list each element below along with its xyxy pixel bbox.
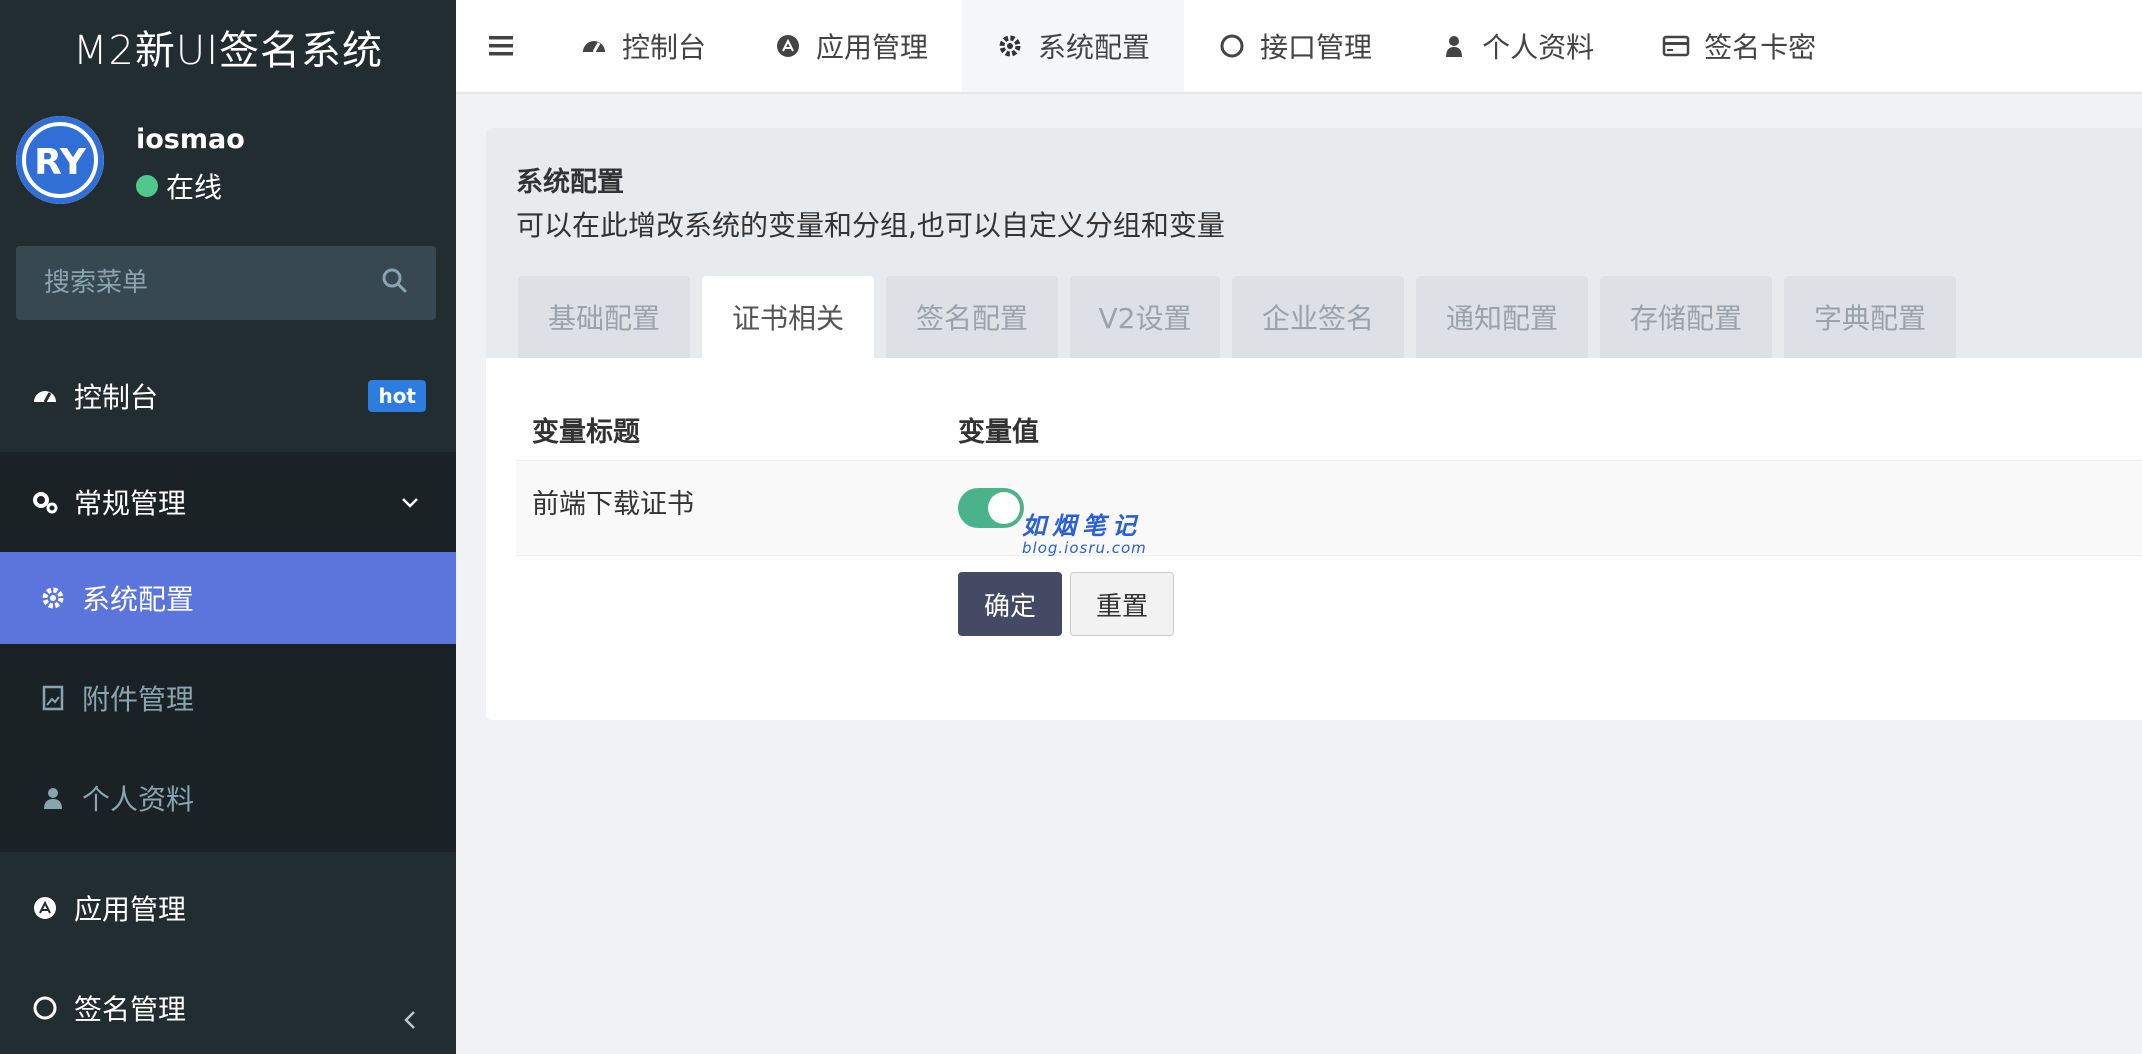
confirm-button[interactable]: 确定	[958, 572, 1062, 636]
watermark-sub: blog.iosru.com	[1022, 539, 1147, 557]
app-store-icon	[30, 893, 60, 923]
brand-title: M2新UI签名系统	[72, 28, 384, 74]
tab-dashboard[interactable]: 控制台	[546, 0, 740, 92]
sidebar-item-label: 附件管理	[82, 683, 195, 716]
user-icon	[38, 783, 68, 813]
tab-api[interactable]: 接口管理	[1184, 0, 1406, 92]
gear-icon	[996, 31, 1026, 61]
online-dot-icon	[136, 175, 158, 197]
config-panel-body: 变量标题 变量值 前端下载证书 如烟笔记 blog.iosru.com 确定 重…	[486, 358, 2142, 720]
tab-basic-config[interactable]: 基础配置	[518, 276, 690, 358]
toggle-knob	[988, 492, 1020, 524]
page-description: 可以在此增改系统的变量和分组,也可以自定义分组和变量	[516, 209, 1225, 242]
svg-text:RY: RY	[34, 142, 87, 183]
table-row	[516, 460, 2142, 556]
tab-enterprise-sign[interactable]: 企业签名	[1232, 276, 1404, 358]
tab-sign-cards[interactable]: 签名卡密	[1628, 0, 1850, 92]
column-header-value: 变量值	[958, 417, 1039, 448]
search-input[interactable]	[44, 268, 380, 298]
watermark-main: 如烟笔记	[1022, 512, 1142, 540]
sidebar-item-apps[interactable]: 应用管理	[0, 864, 456, 952]
tab-certificate[interactable]: 证书相关	[702, 276, 874, 358]
sidebar-item-attachments[interactable]: 附件管理	[0, 652, 456, 744]
sidebar-item-label: 个人资料	[82, 783, 195, 816]
sidebar-item-label: 应用管理	[74, 893, 187, 926]
hamburger-menu-button[interactable]	[456, 0, 546, 92]
hot-badge: hot	[368, 380, 426, 412]
chevron-left-icon[interactable]	[400, 1008, 420, 1032]
tab-label: 签名卡密	[1704, 31, 1817, 64]
top-nav: 控制台 应用管理 系统配置 接口管理 个人资料 签名卡密	[456, 0, 2142, 94]
tab-notify-config[interactable]: 通知配置	[1416, 276, 1588, 358]
sidebar-item-label: 控制台	[74, 381, 159, 414]
chevron-down-icon	[402, 498, 418, 508]
config-panel-header: 系统配置 可以在此增改系统的变量和分组,也可以自定义分组和变量 基础配置 证书相…	[486, 128, 2142, 358]
avatar: RY	[16, 116, 104, 204]
tab-profile[interactable]: 个人资料	[1406, 0, 1628, 92]
sidebar-item-label: 签名管理	[74, 993, 187, 1026]
column-header-title: 变量标题	[532, 417, 640, 448]
search-box	[16, 246, 436, 320]
image-file-icon	[38, 683, 68, 713]
sidebar-item-profile[interactable]: 个人资料	[0, 752, 456, 844]
tab-label: 应用管理	[816, 31, 929, 64]
dashboard-icon	[30, 381, 60, 411]
credit-card-icon	[1662, 31, 1692, 61]
search-icon[interactable]	[380, 266, 408, 301]
sidebar-item-general[interactable]: 常规管理	[0, 452, 456, 552]
user-status: 在线	[136, 166, 222, 206]
tab-dictionary-config[interactable]: 字典配置	[1784, 276, 1956, 358]
watermark: 如烟笔记 blog.iosru.com	[1022, 506, 1147, 557]
download-cert-toggle[interactable]	[958, 488, 1024, 528]
user-icon	[1440, 31, 1470, 61]
sidebar-item-dashboard[interactable]: 控制台 hot	[0, 354, 456, 438]
sidebar-item-sign[interactable]: 签名管理	[0, 964, 456, 1052]
tab-label: 个人资料	[1482, 31, 1595, 64]
sidebar: M2新UI签名系统 RY iosmao 在线 控制台 hot	[0, 0, 456, 1054]
cogs-icon	[30, 487, 60, 517]
gear-icon	[38, 583, 68, 613]
tab-apps[interactable]: 应用管理	[740, 0, 962, 92]
circle-icon	[30, 993, 60, 1023]
user-panel: RY iosmao 在线	[0, 94, 456, 230]
sidebar-item-label: 系统配置	[82, 583, 195, 616]
tab-label: 接口管理	[1260, 31, 1373, 64]
user-status-label: 在线	[166, 171, 223, 204]
tab-sign-config[interactable]: 签名配置	[886, 276, 1058, 358]
circle-icon	[1218, 31, 1248, 61]
app-store-icon	[774, 31, 804, 61]
sidebar-item-system-config[interactable]: 系统配置	[0, 552, 456, 644]
tab-label: 控制台	[622, 31, 707, 64]
dashboard-icon	[580, 31, 610, 61]
tab-system-config[interactable]: 系统配置	[962, 0, 1185, 92]
row-title: 前端下载证书	[532, 489, 694, 520]
user-name: iosmao	[136, 124, 245, 155]
sidebar-item-label: 常规管理	[74, 487, 187, 520]
reset-button[interactable]: 重置	[1070, 572, 1174, 636]
page-title: 系统配置	[516, 167, 624, 198]
tab-storage-config[interactable]: 存储配置	[1600, 276, 1772, 358]
tab-v2-settings[interactable]: V2设置	[1070, 276, 1220, 358]
hamburger-icon	[489, 36, 513, 56]
tab-label: 系统配置	[1038, 31, 1151, 64]
